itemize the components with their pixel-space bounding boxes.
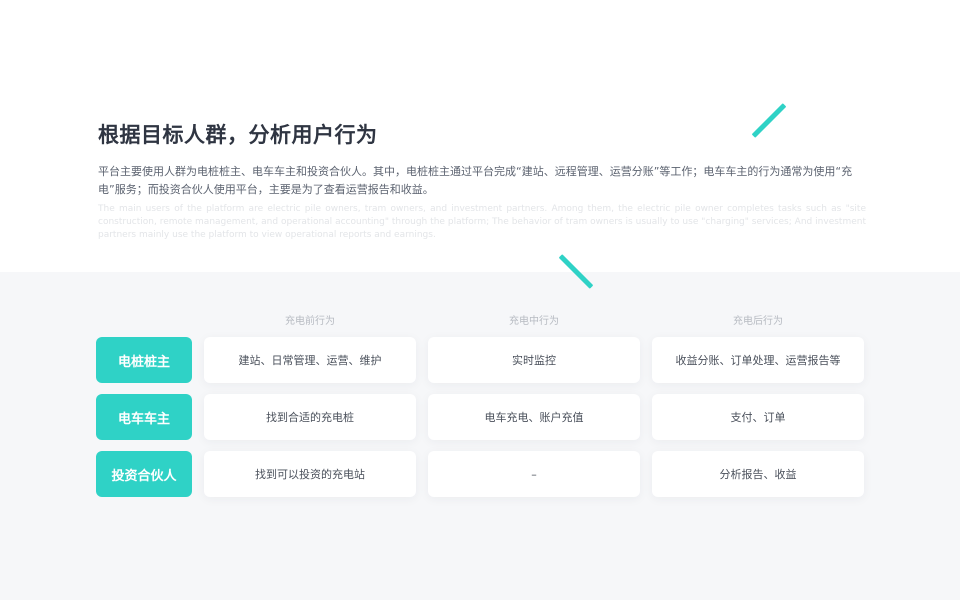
description-en: The main users of the platform are elect… <box>98 204 866 240</box>
page-title: 根据目标人群，分析用户行为 <box>98 123 378 147</box>
table-cell: 电车充电、账户充值 <box>428 394 640 440</box>
row-label-pile-owner: 电桩桩主 <box>96 337 192 383</box>
table-cell: 支付、订单 <box>652 394 864 440</box>
table-cell: – <box>428 451 640 497</box>
description-zh: 平台主要使用人群为电桩桩主、电车车主和投资合伙人。其中，电桩桩主通过平台完成“建… <box>98 165 853 196</box>
intro-section: 根据目标人群，分析用户行为 平台主要使用人群为电桩桩主、电车车主和投资合伙人。其… <box>0 0 960 272</box>
page: 根据目标人群，分析用户行为 平台主要使用人群为电桩桩主、电车车主和投资合伙人。其… <box>0 0 960 600</box>
table-cell: 收益分账、订单处理、运营报告等 <box>652 337 864 383</box>
row-label-ev-owner: 电车车主 <box>96 394 192 440</box>
row-label-investment-partner: 投资合伙人 <box>96 451 192 497</box>
table-cell: 实时监控 <box>428 337 640 383</box>
column-header-after-charging: 充电后行为 <box>733 316 783 327</box>
table-cell: 分析报告、收益 <box>652 451 864 497</box>
column-header-during-charging: 充电中行为 <box>509 316 559 327</box>
table-cell: 建站、日常管理、运营、维护 <box>204 337 416 383</box>
column-header-before-charging: 充电前行为 <box>285 316 335 327</box>
decorative-slash-top <box>751 103 787 138</box>
table-cell: 找到可以投资的充电站 <box>204 451 416 497</box>
table-cell: 找到合适的充电桩 <box>204 394 416 440</box>
